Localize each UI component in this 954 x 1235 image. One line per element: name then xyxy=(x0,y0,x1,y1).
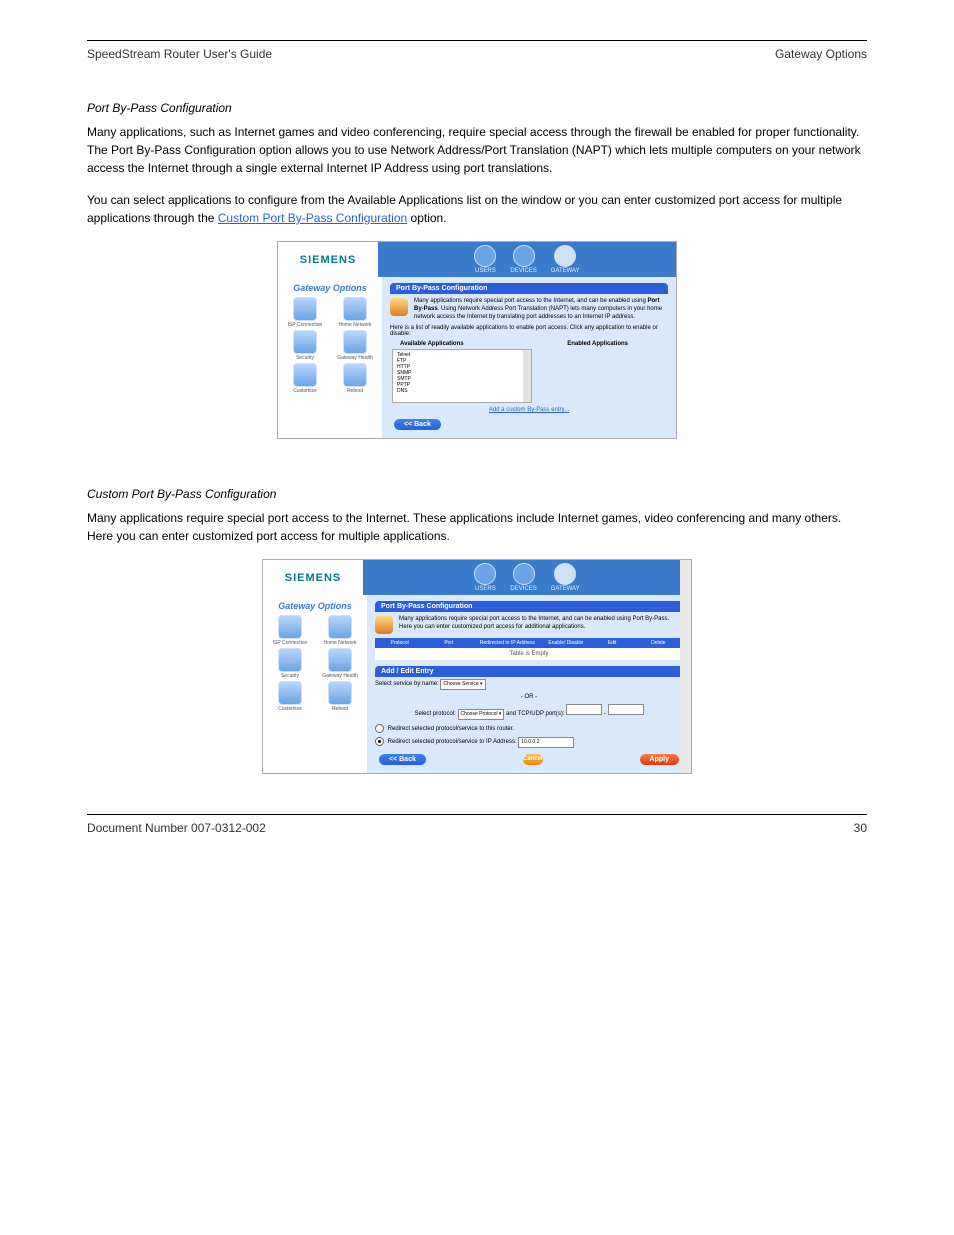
add-custom-link[interactable]: Add a custom By-Pass entry... xyxy=(390,403,668,419)
tab-devices-2[interactable]: DEVICES xyxy=(510,563,536,592)
custom-bypass-link[interactable]: Custom Port By-Pass Configuration xyxy=(218,211,407,225)
scrollbar[interactable] xyxy=(523,350,531,402)
or-divider: - OR - xyxy=(375,692,683,702)
section1-p1: Many applications, such as Internet game… xyxy=(87,123,867,177)
tab-gateway-2[interactable]: GATEWAY xyxy=(551,563,580,592)
section1-p2: You can select applications to configure… xyxy=(87,191,867,227)
sidebar-item-isp[interactable]: ISP Connection xyxy=(280,297,330,328)
sidebar-item-security[interactable]: Security xyxy=(280,330,330,361)
sidebar-2: Gateway Options ISP Connection Home Netw… xyxy=(263,595,367,773)
sidebar-item-customize[interactable]: Customize xyxy=(265,681,315,712)
redirect-router-row[interactable]: Redirect selected protocol/service to th… xyxy=(375,722,683,735)
figure-custom-bypass: SIEMENS USERS DEVICES GATEWAY Gateway Op… xyxy=(262,559,692,774)
intro-text: Many applications require special port a… xyxy=(414,298,668,321)
sidebar-item-home[interactable]: Home Network xyxy=(330,297,380,328)
intro-text-2: Many applications require special port a… xyxy=(399,616,683,634)
reboot-icon xyxy=(343,363,367,387)
doc-number: Document Number 007-0312-002 xyxy=(87,821,266,835)
home-network-icon xyxy=(343,297,367,321)
header-right: Gateway Options xyxy=(775,47,867,61)
figure-scrollbar[interactable] xyxy=(680,560,691,773)
cancel-button[interactable]: Cancel xyxy=(523,754,543,765)
footer-rule xyxy=(87,814,867,815)
available-apps-list[interactable]: Telnet FTP HTTP SNMP SMTP PPTP DNS xyxy=(392,349,532,403)
page-footer: Document Number 007-0312-002 30 xyxy=(87,821,867,835)
section-title-1: Port By-Pass Configuration xyxy=(87,101,867,115)
list-instruction: Here is a list of readily available appl… xyxy=(390,325,668,341)
header-rule xyxy=(87,40,867,41)
devices-icon xyxy=(513,563,535,585)
isp-icon xyxy=(278,615,302,639)
security-icon xyxy=(278,648,302,672)
bypass-icon xyxy=(390,298,408,316)
header-left: SpeedStream Router User's Guide xyxy=(87,47,272,61)
sidebar-item-home[interactable]: Home Network xyxy=(315,615,365,646)
sidebar-item-reboot[interactable]: Reboot xyxy=(315,681,365,712)
page-header: SpeedStream Router User's Guide Gateway … xyxy=(87,47,867,61)
service-select[interactable]: Choose Service ▾ xyxy=(440,679,485,690)
sidebar: Gateway Options ISP Connection Home Netw… xyxy=(278,277,382,438)
back-button[interactable]: << Back xyxy=(394,419,441,430)
gateway-health-icon xyxy=(343,330,367,354)
enabled-label: Enabled Applications xyxy=(567,341,628,347)
reboot-icon xyxy=(328,681,352,705)
tab-users-2[interactable]: USERS xyxy=(474,563,496,592)
radio-router[interactable] xyxy=(375,724,384,733)
table-empty-msg: Table is Empty xyxy=(375,648,683,660)
section2-p1: Many applications require special port a… xyxy=(87,509,867,545)
page-number: 30 xyxy=(854,821,867,835)
tab-gateway[interactable]: GATEWAY xyxy=(551,245,580,274)
sidebar-item-health[interactable]: Gateway Health xyxy=(330,330,380,361)
sidebar-item-customize[interactable]: Customize xyxy=(280,363,330,394)
sidebar-item-reboot[interactable]: Reboot xyxy=(330,363,380,394)
port-to-input[interactable] xyxy=(608,704,644,715)
customize-icon xyxy=(293,363,317,387)
protocol-select[interactable]: Choose Protocol ▾ xyxy=(458,709,505,720)
sidebar-title-2: Gateway Options xyxy=(265,601,365,611)
sidebar-item-isp[interactable]: ISP Connection xyxy=(265,615,315,646)
port-from-input[interactable] xyxy=(566,704,602,715)
users-icon xyxy=(474,563,496,585)
redirect-ip-row[interactable]: Redirect selected protocol/service to IP… xyxy=(375,735,683,750)
radio-ip[interactable] xyxy=(375,737,384,746)
tab-devices[interactable]: DEVICES xyxy=(510,245,536,274)
home-network-icon xyxy=(328,615,352,639)
available-label: Available Applications xyxy=(400,341,464,347)
isp-icon xyxy=(293,297,317,321)
siemens-logo-2: SIEMENS xyxy=(263,560,363,595)
figure-port-bypass: SIEMENS USERS DEVICES GATEWAY Gateway Op… xyxy=(277,241,677,439)
ip-input[interactable]: 10.0.0.2 xyxy=(518,737,574,748)
add-edit-bar: Add / Edit Entry xyxy=(375,666,683,677)
gateway-icon xyxy=(554,563,576,585)
protocol-row: Select protocol: Choose Protocol ▾ and T… xyxy=(375,702,683,722)
panel-title: Port By-Pass Configuration xyxy=(390,283,668,294)
apply-button[interactable]: Apply xyxy=(640,754,679,765)
siemens-logo: SIEMENS xyxy=(278,242,378,277)
gateway-icon xyxy=(554,245,576,267)
section-title-2: Custom Port By-Pass Configuration xyxy=(87,487,867,501)
panel-title-2: Port By-Pass Configuration xyxy=(375,601,683,612)
tab-users[interactable]: USERS xyxy=(474,245,496,274)
back-button-2[interactable]: << Back xyxy=(379,754,426,765)
devices-icon xyxy=(513,245,535,267)
sidebar-item-security[interactable]: Security xyxy=(265,648,315,679)
list-item[interactable]: DNS xyxy=(397,388,527,394)
gateway-health-icon xyxy=(328,648,352,672)
bypass-table-header: Protocol Port Redirected to IP Address E… xyxy=(375,638,683,648)
bypass-icon xyxy=(375,616,393,634)
sidebar-item-health[interactable]: Gateway Health xyxy=(315,648,365,679)
sidebar-title: Gateway Options xyxy=(280,283,380,293)
customize-icon xyxy=(278,681,302,705)
service-row: Select service by name: Choose Service ▾ xyxy=(375,677,683,692)
users-icon xyxy=(474,245,496,267)
security-icon xyxy=(293,330,317,354)
